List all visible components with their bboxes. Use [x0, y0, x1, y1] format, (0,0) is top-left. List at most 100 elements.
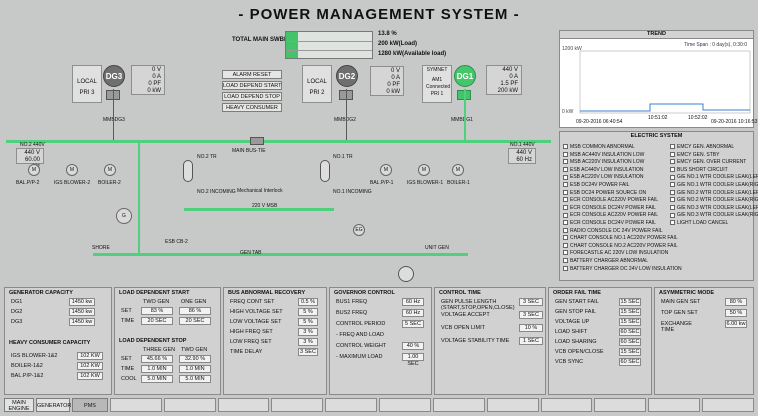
shore-label: SHORE: [92, 245, 110, 251]
tab-main-engine[interactable]: MAIN ENGINE: [4, 398, 34, 412]
alarm-item: FORECASTLE AC 220V LOW INSULATION: [563, 250, 673, 258]
setting-value-field[interactable]: 3 SEC: [298, 348, 318, 356]
alarm-indicator-icon: [563, 227, 568, 233]
setting-value-field[interactable]: 0.5 %: [298, 298, 318, 306]
setting-value-field[interactable]: 1450 kw: [69, 318, 95, 326]
setting-value-field[interactable]: 1.00 SEC: [402, 353, 424, 367]
alarm-reset-button[interactable]: ALARM RESET: [222, 70, 282, 79]
trend-tick-1: 10:51:02: [648, 115, 668, 121]
setting-value-field[interactable]: 1 SEC: [519, 337, 543, 345]
trend-panel: TREND Time Span : 0 day(s), 0:30:0 1200 …: [559, 30, 757, 128]
setting-label: LOW FREQ SET: [230, 339, 272, 345]
setting-value-field[interactable]: 15 SEC: [619, 348, 641, 356]
boiler-2-icon[interactable]: M: [104, 164, 116, 176]
dg1-breaker-label: MMBDG1: [451, 117, 473, 123]
setting-value-field[interactable]: 20 SEC: [141, 317, 173, 325]
dg3-generator-icon[interactable]: DG3: [103, 65, 125, 87]
setting-value-field[interactable]: 20 SEC: [179, 317, 211, 325]
setting-value-field[interactable]: 32.90 %: [179, 355, 211, 363]
heavy-consumer-button[interactable]: HEAVY CONSUMER: [222, 103, 282, 112]
setting-value-field[interactable]: 5 %: [298, 318, 318, 326]
setting-label: DG2: [11, 309, 23, 315]
setting-row: - FREQ AND LOAD: [334, 331, 427, 342]
governor-panel: GOVERNOR CONTROL BUS1 FREQ 60 Hz BUS2 FREQ…: [329, 287, 432, 395]
unit-transformer-icon[interactable]: [398, 266, 414, 282]
gen-capacity-title: GENERATOR CAPACITY: [9, 290, 73, 296]
setting-value-field[interactable]: 50 %: [725, 309, 747, 317]
total-pct: 13.8 %: [378, 31, 397, 37]
bus-tie-breaker[interactable]: [250, 137, 264, 145]
setting-value-field[interactable]: 60 SEC: [619, 328, 641, 336]
no1-incoming-label: NO.1 INCOMING: [333, 189, 372, 195]
tab-generator[interactable]: GENERATOR: [36, 398, 71, 412]
no1-transformer-icon[interactable]: [320, 160, 330, 182]
dg3-mode-panel[interactable]: LOCAL PRI 3: [72, 65, 102, 103]
setting-value-field[interactable]: 60 SEC: [619, 358, 641, 366]
setting-value-field[interactable]: 80 %: [725, 298, 747, 306]
boiler-1-icon[interactable]: M: [452, 164, 464, 176]
load-depend-stop-button[interactable]: LOAD DEPEND STOP: [222, 92, 282, 101]
alarm-indicator-icon: [670, 159, 675, 165]
setting-value-field[interactable]: 5 %: [298, 308, 318, 316]
igs-blower-1-icon[interactable]: M: [418, 164, 430, 176]
alarm-indicator-icon: [563, 151, 568, 157]
setting-row: GEN PULSE LENGTH (START,STOP,OPEN,CLOSE)…: [439, 298, 543, 311]
setting-label: SET: [121, 356, 132, 362]
bal-pp-1-label: BAL.P/P-1: [370, 180, 394, 186]
alarm-indicator-icon: [563, 159, 568, 165]
setting-value-field[interactable]: 102 KW: [77, 362, 103, 370]
setting-value-field[interactable]: 60 SEC: [619, 338, 641, 346]
dg2-breaker-label: MMBDG2: [334, 117, 356, 123]
column-header: THREE GEN: [143, 347, 176, 353]
setting-value-field[interactable]: 5.0 MIN: [141, 375, 173, 383]
setting-value-field[interactable]: 5.0 MIN: [179, 375, 211, 383]
igs-blower-1-label: IGS BLOWER-1: [407, 180, 444, 186]
setting-value-field[interactable]: 60 Hz: [402, 298, 424, 306]
setting-value-field[interactable]: 3 %: [298, 328, 318, 336]
setting-value-field[interactable]: 1.0 MIN: [179, 365, 211, 373]
dg2-mode-panel[interactable]: LOCAL PRI 2: [302, 65, 332, 103]
setting-value-field[interactable]: 3 SEC: [519, 298, 543, 306]
setting-value-field[interactable]: 5 SEC: [402, 320, 424, 328]
dg1-readings: 440 V0 A 1.5 PF 200 kW: [486, 65, 522, 95]
setting-value-field[interactable]: 1450 kw: [69, 308, 95, 316]
setting-value-field[interactable]: 15 SEC: [619, 298, 641, 306]
setting-value-field[interactable]: 6.00 kw: [725, 320, 747, 328]
setting-value-field[interactable]: 10 %: [519, 324, 543, 332]
setting-row: BUS2 FREQ 60 Hz: [334, 309, 427, 320]
setting-value-field[interactable]: 102 KW: [77, 352, 103, 360]
eg-icon[interactable]: EG: [353, 224, 365, 236]
setting-value-field[interactable]: 1.0 MIN: [141, 365, 173, 373]
alarm-item: CHART CONSOLE NO.2 AC220V POWER FAIL: [563, 243, 678, 251]
setting-label: - FREQ AND LOAD: [336, 332, 384, 338]
dg1-generator-icon[interactable]: DG1: [454, 65, 476, 87]
load-dependent-panel: LOAD DEPENDENT START TWO GEN ONE GEN SET 83…: [114, 287, 221, 395]
setting-value-field[interactable]: 1450 kw: [69, 298, 95, 306]
setting-label: TOP GEN SET: [661, 310, 698, 316]
setting-value-field[interactable]: 83 %: [141, 307, 173, 315]
igs-blower-2-icon[interactable]: M: [66, 164, 78, 176]
bal-pp-1-icon[interactable]: M: [380, 164, 392, 176]
no2-transformer-icon[interactable]: [183, 160, 193, 182]
alarm-item: BUS SHORT CIRCUIT: [670, 167, 758, 175]
alarm-indicator-icon: [563, 182, 568, 188]
setting-row: HIGH VOLTAGE SET 5 %: [228, 308, 322, 318]
load-stop-title: LOAD DEPENDENT STOP: [119, 338, 187, 344]
setting-label: TIME: [121, 366, 135, 372]
setting-value-field[interactable]: 60 Hz: [402, 309, 424, 317]
setting-value-field[interactable]: 45.66 %: [141, 355, 173, 363]
setting-value-field[interactable]: 40 %: [402, 342, 424, 350]
setting-value-field[interactable]: 3 %: [298, 338, 318, 346]
dg1-mode-panel[interactable]: SYMNET AM1 Connected PRI 1: [422, 65, 452, 103]
setting-value-field[interactable]: 15 SEC: [619, 308, 641, 316]
setting-value-field[interactable]: 86 %: [179, 307, 211, 315]
bus-left-readings: 440 V60.00 Hz: [16, 148, 44, 170]
setting-value-field[interactable]: 15 SEC: [619, 318, 641, 326]
bal-pp-2-icon[interactable]: M: [28, 164, 40, 176]
load-depend-start-button[interactable]: LOAD DEPEND START: [222, 81, 282, 90]
setting-value-field[interactable]: 102 KW: [77, 372, 103, 380]
setting-value-field[interactable]: 3 SEC: [519, 311, 543, 319]
emergency-generator-icon[interactable]: G: [116, 208, 132, 224]
dg2-generator-icon[interactable]: DG2: [336, 65, 358, 87]
tab-pms[interactable]: PMS: [72, 398, 108, 412]
